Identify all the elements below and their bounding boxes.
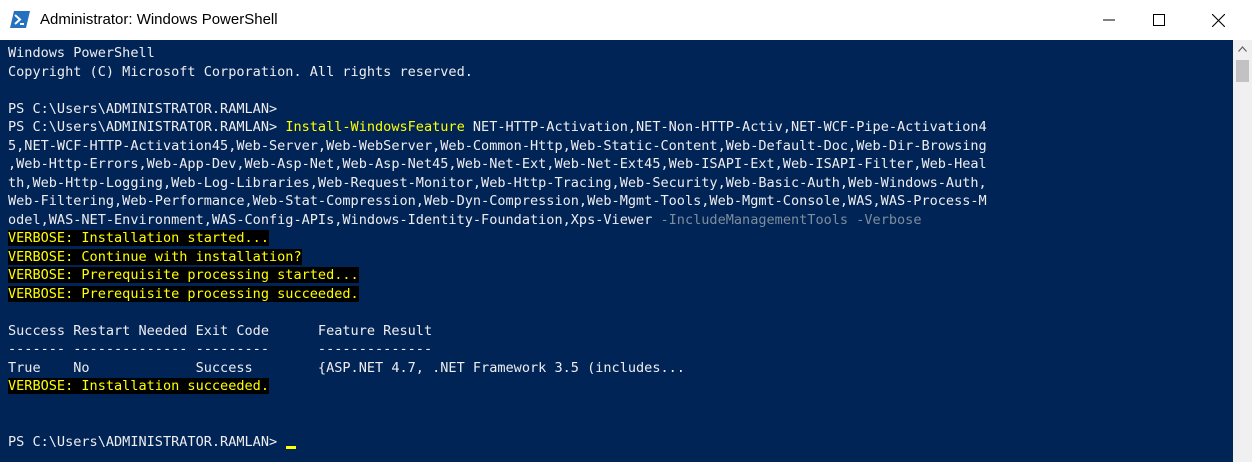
console-line: PS C:\Users\ADMINISTRATOR.RAMLAN>	[8, 100, 278, 117]
command-args: NET-HTTP-Activation,NET-Non-HTTP-Activ,N…	[464, 119, 987, 135]
console-output[interactable]: Windows PowerShell Copyright (C) Microso…	[0, 40, 1233, 462]
command-args: odel,WAS-NET-Environment,WAS-Config-APIs…	[8, 211, 661, 228]
console-line: ,Web-Http-Errors,Web-App-Dev,Web-Asp-Net…	[8, 156, 987, 172]
console-line: VERBOSE: Prerequisite processing succeed…	[8, 285, 987, 304]
text-cursor	[286, 445, 297, 449]
close-button[interactable]	[1195, 0, 1241, 40]
console-line: odel,WAS-NET-Environment,WAS-Config-APIs…	[8, 211, 987, 230]
title-bar[interactable]: Administrator: Windows PowerShell	[0, 0, 1252, 40]
command-parameters: -IncludeManagementTools -Verbose	[660, 211, 922, 228]
verbose-message: VERBOSE: Prerequisite processing succeed…	[8, 285, 359, 302]
maximize-button[interactable]	[1136, 0, 1182, 40]
vertical-scrollbar[interactable]	[1233, 40, 1252, 462]
maximize-icon	[1153, 14, 1165, 26]
console-line: Copyright (C) Microsoft Corporation. All…	[8, 63, 473, 80]
verbose-message: VERBOSE: Prerequisite processing started…	[8, 267, 359, 283]
verbose-message: VERBOSE: Installation succeeded.	[8, 378, 269, 394]
powershell-window: Administrator: Windows PowerShell Window…	[0, 0, 1252, 462]
table-row: True No Success {ASP.NET 4.7, .NET Frame…	[8, 359, 685, 376]
prompt-line[interactable]: PS C:\Users\ADMINISTRATOR.RAMLAN>	[8, 433, 987, 452]
command-name: Install-WindowsFeature	[285, 119, 465, 135]
console-line: VERBOSE: Installation started...	[8, 229, 987, 248]
console-line: 5,NET-WCF-HTTP-Activation45,Web-Server,W…	[8, 137, 987, 154]
table-header: Success Restart Needed Exit Code Feature…	[8, 322, 433, 339]
prompt: PS C:\Users\ADMINISTRATOR.RAMLAN>	[8, 119, 286, 135]
scroll-up-button[interactable]	[1233, 40, 1252, 57]
chevron-up-icon	[1238, 45, 1247, 52]
console-line: VERBOSE: Prerequisite processing started…	[8, 266, 987, 285]
table-separator: ------- -------------- --------- -------…	[8, 341, 433, 357]
console-line: VERBOSE: Continue with installation?	[8, 248, 987, 267]
scrollbar-thumb[interactable]	[1236, 60, 1249, 82]
minimize-icon	[1103, 19, 1115, 21]
console-line: Windows PowerShell	[8, 45, 155, 61]
console-line: VERBOSE: Installation succeeded.	[8, 377, 987, 396]
minimize-button[interactable]	[1086, 0, 1132, 40]
verbose-message: VERBOSE: Continue with installation?	[8, 248, 302, 265]
console-line: PS C:\Users\ADMINISTRATOR.RAMLAN> Instal…	[8, 118, 987, 137]
prompt: PS C:\Users\ADMINISTRATOR.RAMLAN>	[8, 433, 286, 450]
verbose-message: VERBOSE: Installation started...	[8, 230, 269, 246]
close-icon	[1211, 13, 1225, 27]
powershell-icon	[10, 11, 30, 28]
console-line: Web-Filtering,Web-Performance,Web-Stat-C…	[8, 193, 987, 209]
window-title: Administrator: Windows PowerShell	[40, 11, 278, 28]
console-line: th,Web-Http-Logging,Web-Log-Libraries,We…	[8, 174, 987, 191]
